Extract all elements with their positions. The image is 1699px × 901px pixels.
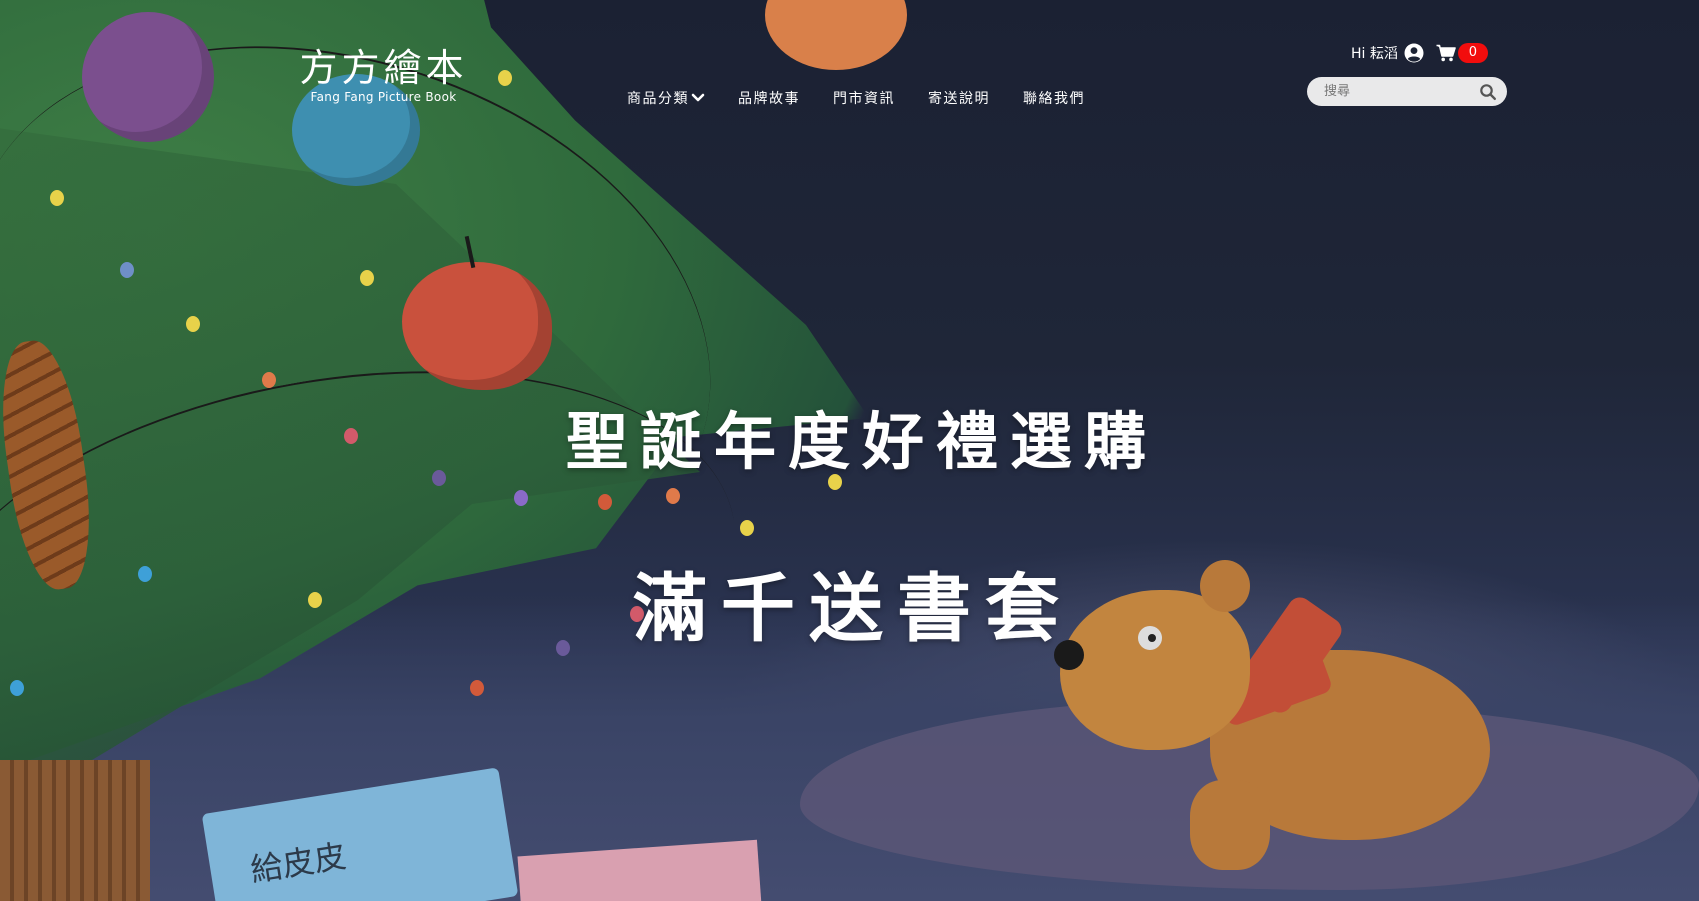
search-bar <box>1307 77 1507 106</box>
cart-count-badge: 0 <box>1457 43 1488 63</box>
hero-headline: 聖誕年度好禮選購 <box>565 405 1158 478</box>
ornament-orange <box>765 0 907 70</box>
tree-trunk <box>0 760 150 901</box>
user-circle-icon[interactable] <box>1404 43 1424 63</box>
light-bulb <box>186 316 200 332</box>
user-greeting[interactable]: Hi 耘滔 <box>1351 43 1398 63</box>
logo-title: 方方繪本 <box>299 46 468 90</box>
ornament-purple <box>82 12 214 142</box>
bear-illustration <box>1054 560 1490 890</box>
nav-item-shipping[interactable]: 寄送說明 <box>928 88 990 108</box>
bear-head <box>1060 590 1250 750</box>
light-bulb <box>308 592 322 608</box>
nav-item-label: 聯絡我們 <box>1023 91 1085 107</box>
nav-item-store-info[interactable]: 門市資訊 <box>833 88 895 108</box>
nav-item-label: 品牌故事 <box>738 91 800 107</box>
main-nav: 商品分類 品牌故事 門市資訊 寄送說明 聯絡我們 <box>627 88 1118 108</box>
light-bulb <box>120 262 134 278</box>
bear-eye <box>1138 626 1162 650</box>
light-bulb <box>138 566 152 582</box>
site-logo[interactable]: 方方繪本 Fang Fang Picture Book <box>296 46 471 104</box>
nav-item-categories[interactable]: 商品分類 <box>627 88 705 108</box>
chevron-down-icon <box>691 93 705 102</box>
light-bulb <box>740 520 754 536</box>
light-bulb <box>470 680 484 696</box>
light-bulb <box>50 190 64 206</box>
cart-button[interactable]: 0 <box>1436 43 1488 63</box>
search-input[interactable] <box>1322 83 1476 100</box>
light-bulb <box>360 270 374 286</box>
bear-paw <box>1190 780 1270 870</box>
logo-subtitle: Fang Fang Picture Book <box>310 90 457 104</box>
hero-subheadline: 滿千送書套 <box>633 566 1073 652</box>
light-bulb <box>432 470 446 486</box>
nav-item-label: 商品分類 <box>627 91 689 107</box>
nav-item-brand-story[interactable]: 品牌故事 <box>738 88 800 108</box>
light-bulb <box>10 680 24 696</box>
light-bulb <box>498 70 512 86</box>
bear-ear <box>1200 560 1250 612</box>
nav-item-contact[interactable]: 聯絡我們 <box>1023 88 1085 108</box>
cart-icon <box>1436 44 1456 62</box>
light-bulb <box>666 488 680 504</box>
light-bulb <box>514 490 528 506</box>
nav-item-label: 寄送說明 <box>928 91 990 107</box>
light-bulb <box>556 640 570 656</box>
light-bulb <box>262 372 276 388</box>
light-bulb <box>344 428 358 444</box>
search-icon[interactable] <box>1479 83 1497 101</box>
user-area: Hi 耘滔 0 <box>1351 43 1488 63</box>
nav-item-label: 門市資訊 <box>833 91 895 107</box>
light-bulb <box>598 494 612 510</box>
